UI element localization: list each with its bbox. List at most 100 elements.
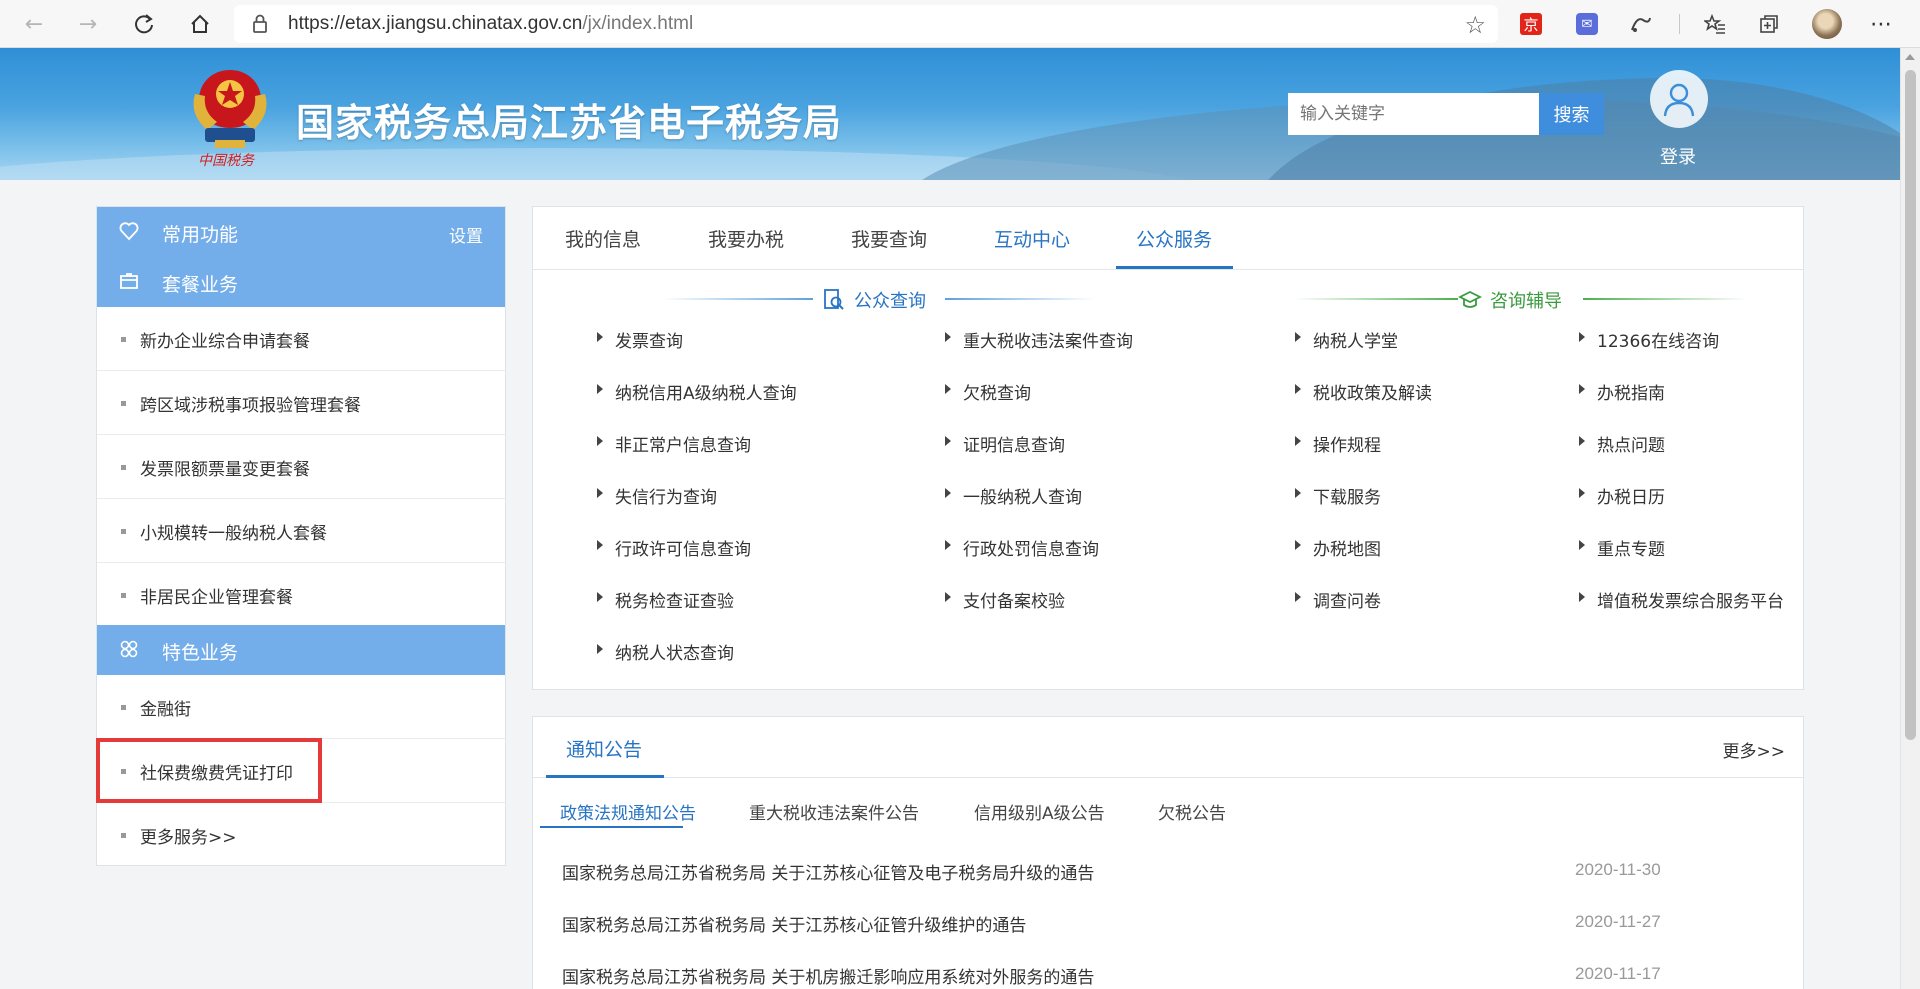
forward-icon[interactable]: → [72,8,104,40]
main-tabs: 我的信息 我要办税 我要查询 互动中心 公众服务 [533,207,1803,270]
mail-extension-icon[interactable]: ✉ [1576,13,1598,35]
link-credit-a-query[interactable]: 纳税信用A级纳税人查询 [595,379,797,404]
link-tax-map[interactable]: 办税地图 [1293,535,1381,560]
link-penalty-query[interactable]: 行政处罚信息查询 [943,535,1099,560]
graduation-icon [1458,290,1482,308]
tab-tax-handling[interactable]: 我要办税 [708,225,784,252]
link-major-violation-query[interactable]: 重大税收违法案件查询 [943,327,1133,352]
sidebar-package-label: 套餐业务 [162,274,239,296]
collections-icon[interactable] [1756,11,1782,37]
link-tax-guide[interactable]: 办税指南 [1577,379,1665,404]
emblem-signature: 中国税务 [198,153,254,169]
search-button[interactable]: 搜索 [1539,93,1604,135]
browser-toolbar: ← → https://etax.jiangsu.chinatax.gov.cn… [0,0,1920,48]
sidebar-package-header[interactable]: 套餐业务 [97,257,505,307]
ntab-arrears[interactable]: 欠税公告 [1158,799,1226,824]
url-text: https://etax.jiangsu.chinatax.gov.cn/jx/… [288,13,694,34]
tab-query[interactable]: 我要查询 [851,225,927,252]
sidebar-item-invoice-limit[interactable]: 发票限额票量变更套餐 [97,435,505,499]
lock-icon [253,14,267,33]
section-divider [663,298,813,300]
heart-icon [119,222,139,241]
sidebar-item-finance-street[interactable]: 金融街 [97,675,505,739]
link-survey[interactable]: 调查问卷 [1293,587,1381,612]
toolbar-separator [1679,14,1680,34]
link-certificate-query[interactable]: 证明信息查询 [943,431,1065,456]
section-divider [1293,298,1458,300]
notice-row-date: 2020-11-17 [1575,964,1661,983]
refresh-icon[interactable] [128,8,160,40]
link-tax-calendar[interactable]: 办税日历 [1577,483,1665,508]
sidebar-item-small-to-general[interactable]: 小规模转一般纳税人套餐 [97,499,505,563]
page-scrollbar[interactable] [1900,48,1920,989]
link-dishonesty-query[interactable]: 失信行为查询 [595,483,717,508]
sidebar-special-header[interactable]: 特色业务 [97,625,505,675]
section-divider [1583,298,1748,300]
link-license-query[interactable]: 行政许可信息查询 [595,535,751,560]
link-inspection-cert[interactable]: 税务检查证查验 [595,587,734,612]
address-bar[interactable]: https://etax.jiangsu.chinatax.gov.cn/jx/… [234,5,1498,43]
tab-interaction[interactable]: 互动中心 [994,225,1070,252]
notice-row-title[interactable]: 国家税务总局江苏省税务局 关于机房搬迁影响应用系统对外服务的通告 [562,963,1094,988]
tab-public-service[interactable]: 公众服务 [1136,225,1212,252]
link-key-topics[interactable]: 重点专题 [1577,535,1665,560]
notice-title[interactable]: 通知公告 [566,735,642,762]
notice-panel: 通知公告 更多>> 政策法规通知公告 重大税收违法案件公告 信用级别A级公告 欠… [532,716,1804,989]
consult-heading: 咨询辅导 [1458,287,1562,313]
notice-row-title[interactable]: 国家税务总局江苏省税务局 关于江苏核心征管升级维护的通告 [562,911,1026,936]
link-vat-invoice-platform[interactable]: 增值税发票综合服务平台 [1577,587,1784,612]
grid-circles-icon [120,640,138,658]
notice-row-date: 2020-11-30 [1575,860,1661,879]
user-login-icon[interactable] [1650,70,1708,128]
link-hot-issues[interactable]: 热点问题 [1577,431,1665,456]
link-arrears-query[interactable]: 欠税查询 [943,379,1031,404]
home-icon[interactable] [184,8,216,40]
tax-emblem-icon [193,70,267,148]
sidebar-special-label: 特色业务 [162,642,239,664]
active-tab-underline [1116,266,1233,269]
link-taxpayer-status[interactable]: 纳税人状态查询 [595,639,734,664]
link-12366-online[interactable]: 12366在线咨询 [1577,327,1719,352]
back-icon[interactable]: ← [18,8,50,40]
search-input[interactable] [1288,93,1539,135]
sidebar-item-non-resident[interactable]: 非居民企业管理套餐 [97,563,505,627]
more-menu-icon[interactable]: ⋯ [1868,11,1894,37]
service-panel: 我的信息 我要办税 我要查询 互动中心 公众服务 公众查询 咨询辅导 发票查询 … [532,206,1804,690]
link-abnormal-query[interactable]: 非正常户信息查询 [595,431,751,456]
link-payment-filing[interactable]: 支付备案校验 [943,587,1065,612]
highlight-annotation-box [96,738,322,803]
site-title: 国家税务总局江苏省电子税务局 [296,101,843,145]
sidebar-common-header[interactable]: 常用功能 设置 [97,207,505,257]
link-downloads[interactable]: 下载服务 [1293,483,1381,508]
notice-more-link[interactable]: 更多>> [1723,737,1786,762]
notice-title-underline [546,775,664,778]
link-tax-policy[interactable]: 税收政策及解读 [1293,379,1432,404]
sidebar-item-cross-region[interactable]: 跨区域涉税事项报验管理套餐 [97,371,505,435]
notice-row-title[interactable]: 国家税务总局江苏省税务局 关于江苏核心征管及电子税务局升级的通告 [562,859,1094,884]
package-icon [120,273,138,289]
sidebar-item-new-enterprise[interactable]: 新办企业综合申请套餐 [97,307,505,371]
sidebar-item-more-services[interactable]: 更多服务>> [97,803,505,867]
section-divider [945,298,1095,300]
scroll-up-arrow-icon[interactable] [1905,54,1915,60]
sidebar-setting-link[interactable]: 设置 [449,222,483,247]
translate-icon[interactable] [1628,11,1654,37]
sidebar-common-label: 常用功能 [162,224,239,246]
link-general-taxpayer-query[interactable]: 一般纳税人查询 [943,483,1082,508]
scroll-thumb[interactable] [1905,70,1916,740]
link-procedures[interactable]: 操作规程 [1293,431,1381,456]
ntab-policy[interactable]: 政策法规通知公告 [560,799,696,824]
ntab-major-violation[interactable]: 重大税收违法案件公告 [749,799,919,824]
jd-extension-icon[interactable]: 京 [1520,13,1542,35]
tab-my-info[interactable]: 我的信息 [565,225,641,252]
link-invoice-query[interactable]: 发票查询 [595,327,683,352]
profile-avatar[interactable] [1812,9,1842,39]
public-query-heading: 公众查询 [822,287,926,313]
link-taxpayer-school[interactable]: 纳税人学堂 [1293,327,1398,352]
login-link[interactable]: 登录 [1660,143,1696,169]
favorites-icon[interactable] [1702,11,1728,37]
site-banner [0,48,1900,180]
search-document-icon [824,289,844,310]
ntab-credit-a[interactable]: 信用级别A级公告 [974,799,1105,824]
favorite-star-icon[interactable]: ☆ [1464,11,1486,39]
